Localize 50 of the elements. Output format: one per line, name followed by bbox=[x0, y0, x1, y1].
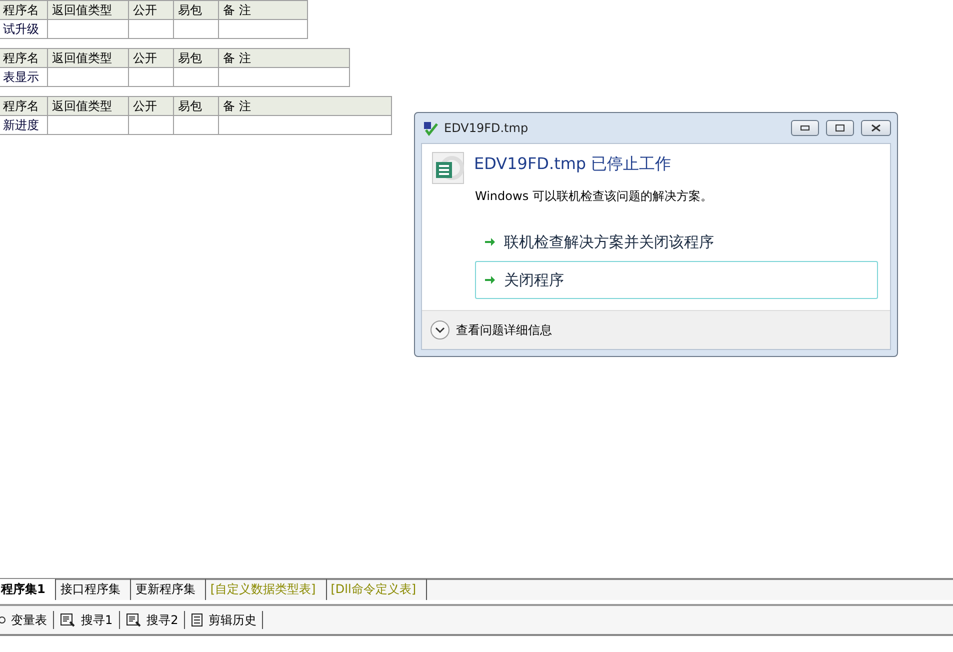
tab[interactable]: 程序集1 bbox=[0, 579, 56, 600]
column-header: 程序名 bbox=[0, 96, 48, 116]
table-cell bbox=[174, 116, 218, 134]
column-header: 公开 bbox=[128, 48, 174, 68]
dialog-message: Windows 可以联机检查该问题的解决方案。 bbox=[475, 188, 714, 205]
maximize-button[interactable] bbox=[826, 120, 854, 136]
column-header: 程序名 bbox=[0, 48, 48, 68]
window-title: EDV19FD.tmp bbox=[444, 121, 530, 135]
dialog-heading: EDV19FD.tmp 已停止工作 bbox=[474, 153, 672, 175]
maximize-icon bbox=[835, 124, 845, 132]
table-cell bbox=[128, 68, 174, 86]
column-header: 备 注 bbox=[218, 48, 350, 68]
column-header: 备 注 bbox=[218, 96, 392, 116]
column-header: 易包 bbox=[174, 96, 218, 116]
table-cell: 新进度 bbox=[0, 116, 48, 134]
minimize-button[interactable] bbox=[791, 120, 819, 136]
column-header: 公开 bbox=[128, 96, 174, 116]
search-icon bbox=[60, 613, 76, 627]
table-cell bbox=[174, 20, 218, 38]
column-header: 程序名 bbox=[0, 0, 48, 20]
toolbar-button[interactable]: 剪辑历史 bbox=[185, 611, 264, 629]
column-header: 易包 bbox=[174, 0, 218, 20]
close-button[interactable] bbox=[861, 120, 891, 136]
expand-icon[interactable] bbox=[430, 320, 450, 340]
close-icon bbox=[871, 124, 881, 132]
arrow-icon bbox=[484, 236, 496, 248]
column-header: 易包 bbox=[174, 48, 218, 68]
toolbar-button[interactable]: 搜寻2 bbox=[120, 611, 186, 629]
table-cell bbox=[128, 116, 174, 134]
column-header: 公开 bbox=[128, 0, 174, 20]
search-icon bbox=[126, 613, 142, 627]
toolbar-button[interactable]: 变量表 bbox=[0, 611, 54, 629]
toolbar-button[interactable]: 搜寻1 bbox=[54, 611, 120, 629]
tab[interactable]: 更新程序集 bbox=[131, 579, 206, 600]
column-header: 返回值类型 bbox=[48, 0, 128, 20]
details-link[interactable]: 查看问题详细信息 bbox=[456, 322, 552, 338]
option-link[interactable]: 联机检查解决方案并关闭该程序 bbox=[475, 223, 878, 261]
table-cell bbox=[128, 20, 174, 38]
column-header: 备 注 bbox=[218, 0, 308, 20]
table-cell bbox=[174, 68, 218, 86]
table-cell: 试升级 bbox=[0, 20, 48, 38]
document-icon bbox=[191, 613, 204, 627]
app-icon bbox=[423, 120, 439, 136]
tab[interactable]: 接口程序集 bbox=[56, 579, 132, 600]
option-link[interactable]: 关闭程序 bbox=[475, 261, 878, 299]
arrow-icon bbox=[484, 274, 496, 286]
minimize-icon bbox=[800, 125, 810, 131]
table-cell: 表显示 bbox=[0, 68, 48, 86]
column-header: 返回值类型 bbox=[48, 96, 128, 116]
column-header: 返回值类型 bbox=[48, 48, 128, 68]
